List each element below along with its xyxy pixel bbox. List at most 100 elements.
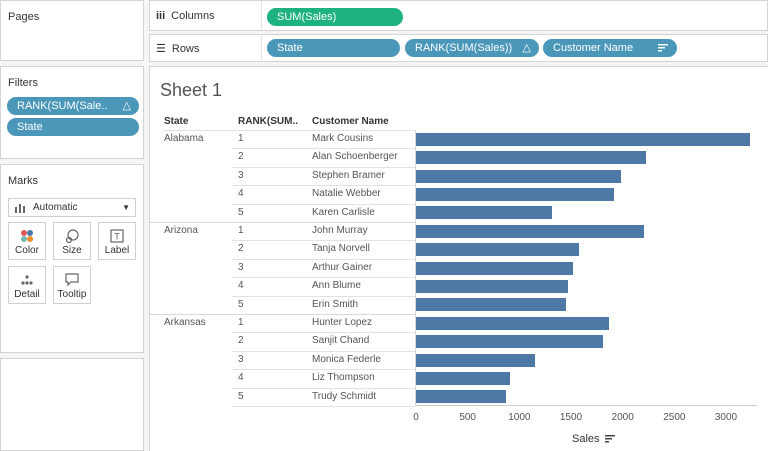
sales-bar[interactable] <box>416 353 535 367</box>
group-divider <box>164 130 415 131</box>
size-icon <box>65 229 79 243</box>
filter-state-label: State <box>17 121 43 133</box>
row-divider <box>232 166 415 168</box>
columns-icon: iii <box>156 10 166 22</box>
customer-name-cell: Ann Blume <box>312 280 361 292</box>
columns-label: Columns <box>171 10 215 22</box>
mark-type-label: Automatic <box>33 202 78 213</box>
sales-bar[interactable] <box>416 261 574 275</box>
detail-label: Detail <box>14 289 40 300</box>
rank-cell: 2 <box>238 151 244 163</box>
row-divider <box>232 369 415 371</box>
rank-cell: 1 <box>238 225 244 236</box>
columns-pill-sum-sales[interactable]: SUM(Sales) <box>267 8 403 26</box>
pages-title: Pages <box>8 11 40 23</box>
sales-bar[interactable] <box>416 224 645 238</box>
sheet-view: Sheet 1 State RANK(SUM.. Customer Name A… <box>149 66 768 451</box>
row-divider <box>232 203 415 205</box>
sort-descending-icon <box>658 44 668 52</box>
customer-name-cell: Mark Cousins <box>312 133 374 144</box>
rows-pill-state[interactable]: State <box>267 39 400 57</box>
state-label: Arkansas <box>164 317 206 328</box>
customer-name-cell: Hunter Lopez <box>312 317 373 328</box>
rank-cell: 4 <box>238 372 244 384</box>
sales-bar[interactable] <box>416 298 566 312</box>
filter-rank-pill[interactable]: RANK(SUM(Sale.. △ <box>7 97 139 115</box>
header-rank: RANK(SUM.. <box>238 116 298 127</box>
size-button[interactable]: Size <box>53 222 91 260</box>
tooltip-icon <box>65 273 79 287</box>
sales-bar[interactable] <box>416 206 553 220</box>
columns-pill-label: SUM(Sales) <box>277 11 337 23</box>
rank-cell: 2 <box>238 243 244 255</box>
customer-name-cell: Karen Carlisle <box>312 206 375 218</box>
sales-bar[interactable] <box>416 335 604 349</box>
x-axis-tick-label: 500 <box>459 412 476 423</box>
columns-shelf: iii Columns SUM(Sales) <box>149 0 768 32</box>
columns-shelf-label: iii Columns <box>156 10 215 22</box>
sales-bar[interactable] <box>416 151 647 165</box>
filters-card: Filters RANK(SUM(Sale.. △ State <box>0 66 144 159</box>
sales-bar[interactable] <box>416 243 580 257</box>
x-axis-tick-label: 1500 <box>559 412 583 423</box>
state-label: Arizona <box>164 225 198 236</box>
header-state: State <box>164 116 189 127</box>
rows-pill-rank-label: RANK(SUM(Sales)) <box>415 42 513 54</box>
x-axis-tick-label: 1000 <box>508 412 531 423</box>
marks-title: Marks <box>8 175 38 187</box>
sales-bar[interactable] <box>416 390 506 404</box>
row-divider <box>232 350 415 352</box>
row-divider <box>232 240 415 242</box>
axis-left-border <box>415 130 416 406</box>
row-divider <box>232 258 415 260</box>
state-label: Alabama <box>164 133 204 144</box>
sales-bar[interactable] <box>416 316 610 330</box>
label-icon: T <box>110 229 124 243</box>
rows-pill-state-label: State <box>277 42 303 54</box>
customer-name-cell: Sanjit Chand <box>312 335 370 347</box>
sales-bar[interactable] <box>416 371 511 385</box>
group-divider <box>150 314 415 315</box>
mark-type-dropdown[interactable]: Automatic ▼ <box>8 198 136 217</box>
color-button[interactable]: Color <box>8 222 46 260</box>
rank-cell: 4 <box>238 280 244 292</box>
filter-state-pill[interactable]: State <box>7 118 139 136</box>
axis-baseline <box>415 405 757 406</box>
row-divider <box>232 185 415 187</box>
customer-name-cell: Trudy Schmidt <box>312 390 377 402</box>
rows-pill-rank[interactable]: RANK(SUM(Sales)) △ <box>405 39 539 57</box>
label-label: Label <box>104 245 130 256</box>
tooltip-button[interactable]: Tooltip <box>53 266 91 304</box>
chevron-down-icon: ▼ <box>122 203 130 212</box>
rank-cell: 3 <box>238 261 244 273</box>
row-divider <box>232 148 415 150</box>
customer-name-cell: Arthur Gainer <box>312 261 373 273</box>
row-divider <box>232 295 415 297</box>
sales-bar[interactable] <box>416 279 568 293</box>
group-divider <box>150 222 415 223</box>
pages-card: Pages <box>0 0 144 61</box>
table-bottom-line <box>232 406 415 407</box>
bottom-left-panel <box>0 358 144 451</box>
x-axis-title-label: Sales <box>572 433 600 445</box>
label-button[interactable]: T Label <box>98 222 136 260</box>
shelf-divider <box>261 1 262 32</box>
rows-shelf: ☰ Rows State RANK(SUM(Sales)) △ Customer… <box>149 34 768 63</box>
sales-bar[interactable] <box>416 132 750 146</box>
customer-name-cell: Natalie Webber <box>312 188 381 200</box>
detail-button[interactable]: Detail <box>8 266 46 304</box>
customer-name-cell: John Murray <box>312 225 368 236</box>
sort-descending-icon[interactable] <box>604 435 615 443</box>
sales-bar[interactable] <box>416 187 615 201</box>
rank-cell: 5 <box>238 390 244 402</box>
rank-cell: 2 <box>238 335 244 347</box>
rows-icon: ☰ <box>156 43 166 55</box>
color-icon <box>21 230 33 242</box>
sales-bar[interactable] <box>416 169 621 183</box>
customer-name-cell: Alan Schoenberger <box>312 151 398 163</box>
delta-icon: △ <box>522 42 531 54</box>
rank-cell: 3 <box>238 169 244 181</box>
row-divider <box>232 387 415 389</box>
color-label: Color <box>15 245 39 256</box>
rows-pill-customer[interactable]: Customer Name <box>543 39 677 57</box>
